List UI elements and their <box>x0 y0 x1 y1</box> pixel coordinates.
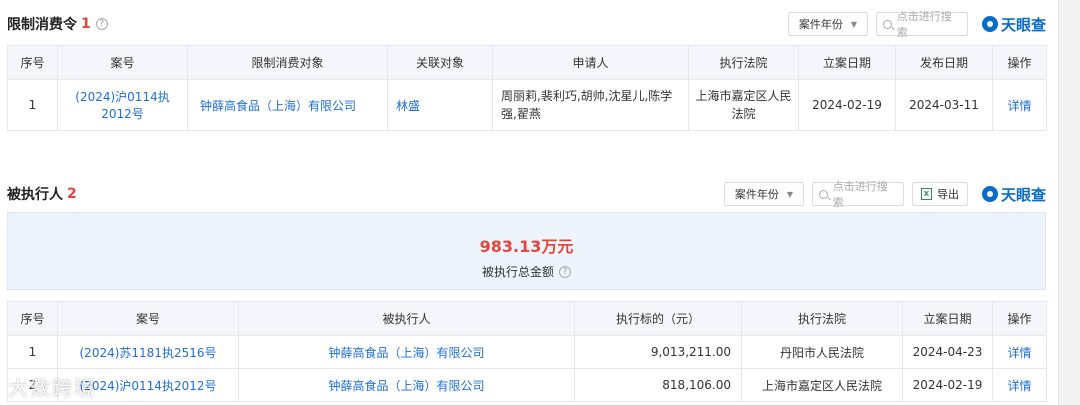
total-amount-label: 被执行总金额 <box>481 265 554 279</box>
export-button[interactable]: X 导出 <box>911 182 968 206</box>
execution-amount: 818,106.00 <box>574 368 742 402</box>
year-filter-dropdown[interactable]: 案件年份 ▼ <box>787 12 868 36</box>
table-row: 1 (2024)苏1181执2516号 钟薛高食品（上海）有限公司 9,013,… <box>7 335 1047 369</box>
search-input[interactable]: 点击进行搜索 <box>875 10 968 39</box>
restrict-count: 1 <box>81 16 91 32</box>
table-header-row: 序号 案号 被执行人 执行标的（元） 执行法院 立案日期 操作 <box>7 301 1047 336</box>
restrict-title: 限制消费令 <box>7 17 77 33</box>
export-label: 导出 <box>936 188 959 201</box>
search-input[interactable]: 点击进行搜索 <box>811 180 904 209</box>
executed-count: 2 <box>67 186 77 202</box>
restrict-header: 限制消费令 1 ? 案件年份 ▼ 点击进行搜索 天眼查 <box>7 10 1046 39</box>
caret-down-icon: ▼ <box>850 19 857 29</box>
executed-header: 被执行人 2 案件年份 ▼ 点击进行搜索 X 导出 天眼查 <box>7 180 1046 209</box>
execution-amount: 9,013,211.00 <box>574 335 742 369</box>
row-index: 1 <box>7 79 58 131</box>
detail-link[interactable]: 详情 <box>992 368 1047 402</box>
search-placeholder: 点击进行搜索 <box>832 180 888 209</box>
watermark: 大数跨境 <box>8 376 96 400</box>
court: 上海市嘉定区人民法院 <box>741 368 903 402</box>
row-index: 1 <box>7 335 58 369</box>
case-number-link[interactable]: (2024)沪0114执2012号 <box>57 79 188 131</box>
court: 上海市嘉定区人民法院 <box>688 79 799 131</box>
case-number-link[interactable]: (2024)苏1181执2516号 <box>57 335 239 369</box>
col-header: 操作 <box>992 45 1047 80</box>
search-placeholder: 点击进行搜索 <box>896 10 952 39</box>
brand-name: 天眼查 <box>1000 185 1046 204</box>
col-header: 被执行人 <box>238 301 575 336</box>
filed-date: 2024-02-19 <box>798 79 896 131</box>
col-header: 序号 <box>7 45 58 80</box>
help-icon[interactable]: ? <box>559 265 571 278</box>
caret-down-icon: ▼ <box>786 189 793 199</box>
brand-name: 天眼查 <box>1000 15 1046 34</box>
table-header-row: 序号 案号 限制消费对象 关联对象 申请人 执行法院 立案日期 发布日期 操作 <box>7 45 1047 80</box>
col-header: 案号 <box>57 301 239 336</box>
detail-link[interactable]: 详情 <box>992 79 1047 131</box>
related-person-link[interactable]: 林盛 <box>387 79 493 131</box>
target-company-link[interactable]: 钟薛高食品（上海）有限公司 <box>187 79 388 131</box>
brand-logo: 天眼查 <box>981 14 1046 35</box>
detail-link[interactable]: 详情 <box>992 335 1047 369</box>
court: 丹阳市人民法院 <box>741 335 903 369</box>
col-header: 案号 <box>57 45 188 80</box>
col-header: 关联对象 <box>387 45 493 80</box>
year-filter-label: 案件年份 <box>734 188 779 201</box>
col-header: 限制消费对象 <box>187 45 388 80</box>
col-header: 操作 <box>992 301 1047 336</box>
col-header: 序号 <box>7 301 58 336</box>
filed-date: 2024-04-23 <box>902 335 993 369</box>
search-icon <box>882 19 892 29</box>
search-icon <box>818 189 828 199</box>
executed-title: 被执行人 <box>7 187 63 203</box>
year-filter-label: 案件年份 <box>798 18 843 31</box>
col-header: 执行法院 <box>688 45 799 80</box>
table-row: 2 (2024)沪0114执2012号 钟薛高食品（上海）有限公司 818,10… <box>7 368 1047 402</box>
published-date: 2024-03-11 <box>895 79 993 131</box>
page: 限制消费令 1 ? 案件年份 ▼ 点击进行搜索 天眼查 序号 案号 限制消费对象… <box>0 0 1080 405</box>
col-header: 发布日期 <box>895 45 993 80</box>
col-header: 申请人 <box>492 45 689 80</box>
filed-date: 2024-02-19 <box>902 368 993 402</box>
excel-icon: X <box>920 188 932 200</box>
year-filter-dropdown[interactable]: 案件年份 ▼ <box>723 182 804 206</box>
col-header: 立案日期 <box>798 45 896 80</box>
scrollbar-track[interactable] <box>1058 0 1080 405</box>
executed-table: 序号 案号 被执行人 执行标的（元） 执行法院 立案日期 操作 1 (2024)… <box>7 301 1047 402</box>
restrict-table: 序号 案号 限制消费对象 关联对象 申请人 执行法院 立案日期 发布日期 操作 … <box>7 45 1047 131</box>
col-header: 立案日期 <box>902 301 993 336</box>
total-amount-panel: 983.13万元 被执行总金额 ? <box>7 212 1046 290</box>
col-header: 执行标的（元） <box>574 301 742 336</box>
brand-logo: 天眼查 <box>981 184 1046 205</box>
party-company-link[interactable]: 钟薛高食品（上海）有限公司 <box>238 335 575 369</box>
table-row: 1 (2024)沪0114执2012号 钟薛高食品（上海）有限公司 林盛 周丽莉… <box>7 79 1047 131</box>
applicants: 周丽莉,裴利巧,胡帅,沈星儿,陈学强,翟燕 <box>492 79 689 131</box>
col-header: 执行法院 <box>741 301 903 336</box>
tianyancha-logo-icon <box>981 16 998 32</box>
total-amount: 983.13万元 <box>479 237 574 256</box>
help-icon[interactable]: ? <box>95 18 108 30</box>
party-company-link[interactable]: 钟薛高食品（上海）有限公司 <box>238 368 575 402</box>
tianyancha-logo-icon <box>981 186 998 202</box>
